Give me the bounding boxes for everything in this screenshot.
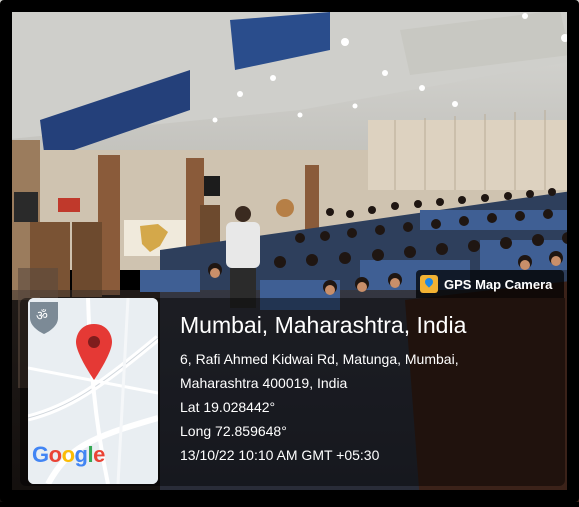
wood-column-right [305,165,319,235]
google-logo: Google [32,442,105,467]
speaker-left [204,176,220,196]
gps-app-badge: GPS Map Camera [416,270,564,298]
svg-text:ॐ: ॐ [36,309,48,324]
place-title: Mumbai, Maharashtra, India [180,312,467,338]
address-line-2: Maharashtra 400019, India [180,375,348,391]
longitude: Long 72.859648° [180,423,287,439]
timestamp: 13/10/22 10:10 AM GMT +05:30 [180,447,380,463]
exit-sign [58,198,80,212]
address-line-1: 6, Rafi Ahmed Kidwai Rd, Matunga, Mumbai… [180,351,459,367]
map-thumbnail: ॐ Google [28,298,158,484]
door-left-2 [72,222,102,297]
wall-emblem [276,199,294,217]
app-name: GPS Map Camera [444,276,553,292]
wall-panels-right [368,120,579,190]
speaker-far-left [14,192,38,222]
geotag-text: Mumbai, Maharashtra, India 6, Rafi Ahmed… [180,312,466,467]
map-pin-icon [420,275,438,293]
latitude: Lat 19.028442° [180,399,276,415]
